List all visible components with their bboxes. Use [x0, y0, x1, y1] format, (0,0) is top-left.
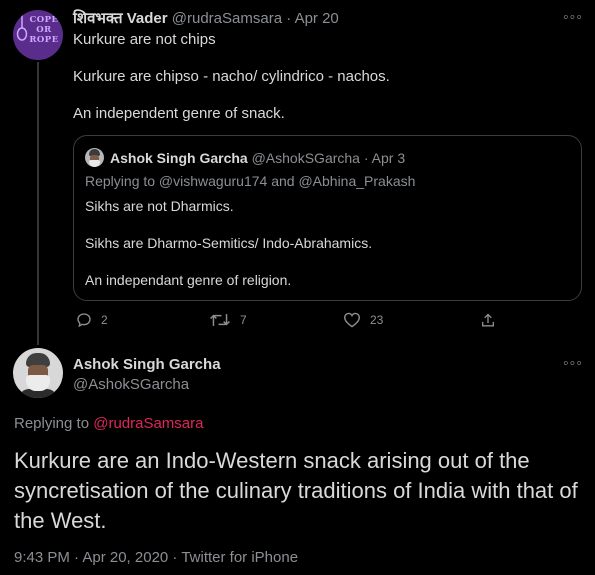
more-options-icon[interactable]: ◦◦◦	[563, 355, 583, 373]
tweet-actions: 2 7 23	[73, 312, 503, 332]
tweet-text: Kurkure are an Indo-Western snack arisin…	[14, 448, 578, 533]
retweet-count: 7	[240, 313, 247, 327]
like-button[interactable]: 23	[343, 312, 383, 328]
mention-link[interactable]: @rudraSamsara	[93, 415, 203, 432]
quoted-tweet-header: Ashok Singh Garcha @AshokSGarcha · Apr 3	[85, 148, 405, 167]
thread-connector-line	[37, 62, 39, 345]
retweet-icon	[210, 314, 230, 326]
tweet-text: Kurkure are not chips Kurkure are chipso…	[73, 30, 573, 141]
handle[interactable]: @rudraSamsara	[172, 10, 282, 27]
display-name[interactable]: Ashok Singh Garcha	[73, 356, 221, 373]
tweet-date[interactable]: Apr 20	[295, 10, 339, 27]
tweet-paragraph: Kurkure are chipso - nacho/ cylindrico -…	[73, 68, 390, 85]
separator: ·	[363, 150, 369, 166]
reply-icon	[77, 313, 91, 328]
separator: ·	[286, 10, 292, 27]
tweet-paragraph: Kurkure are not chips	[73, 31, 216, 48]
reply-count: 2	[101, 313, 108, 327]
retweet-button[interactable]: 7	[209, 312, 247, 328]
avatar[interactable]: COPE OR ROPE	[13, 10, 63, 60]
tweet-paragraph: An independent genre of snack.	[73, 105, 285, 122]
avatar-logo-text: COPE OR ROPE	[29, 15, 59, 45]
avatar[interactable]	[13, 348, 63, 398]
display-name[interactable]: शिवभक्त Vader	[73, 10, 168, 27]
replying-to: Replying to @rudraSamsara	[14, 415, 204, 432]
quoted-tweet-text: Sikhs are not Dharmics. Sikhs are Dharmo…	[85, 197, 565, 308]
quoted-replying-to: Replying to @vishwaguru174 and @Abhina_P…	[85, 173, 416, 189]
quoted-paragraph: Sikhs are not Dharmics.	[85, 198, 234, 214]
share-button[interactable]	[480, 312, 505, 329]
quoted-display-name: Ashok Singh Garcha	[110, 150, 248, 166]
quoted-avatar	[85, 148, 104, 167]
quoted-paragraph: Sikhs are Dharmo-Semitics/ Indo-Abrahami…	[85, 235, 373, 251]
handle[interactable]: @AshokSGarcha	[73, 376, 189, 393]
quoted-paragraph: An independant genre of religion.	[85, 272, 292, 288]
heart-icon	[343, 312, 361, 328]
share-icon	[482, 313, 494, 327]
tweet-timestamp[interactable]: 9:43 PM · Apr 20, 2020 · Twitter for iPh…	[14, 549, 298, 566]
like-count: 23	[370, 313, 384, 327]
replying-prefix: Replying to	[14, 415, 94, 432]
quoted-date: Apr 3	[371, 150, 406, 166]
quoted-handle: @AshokSGarcha	[251, 150, 360, 166]
tweet-header: शिवभक्त Vader @rudraSamsara · Apr 20	[73, 10, 339, 28]
reply-button[interactable]: 2	[76, 312, 108, 328]
quoted-tweet-card[interactable]: Ashok Singh Garcha @AshokSGarcha · Apr 3…	[73, 135, 582, 301]
more-options-icon[interactable]: ◦◦◦	[563, 9, 583, 27]
